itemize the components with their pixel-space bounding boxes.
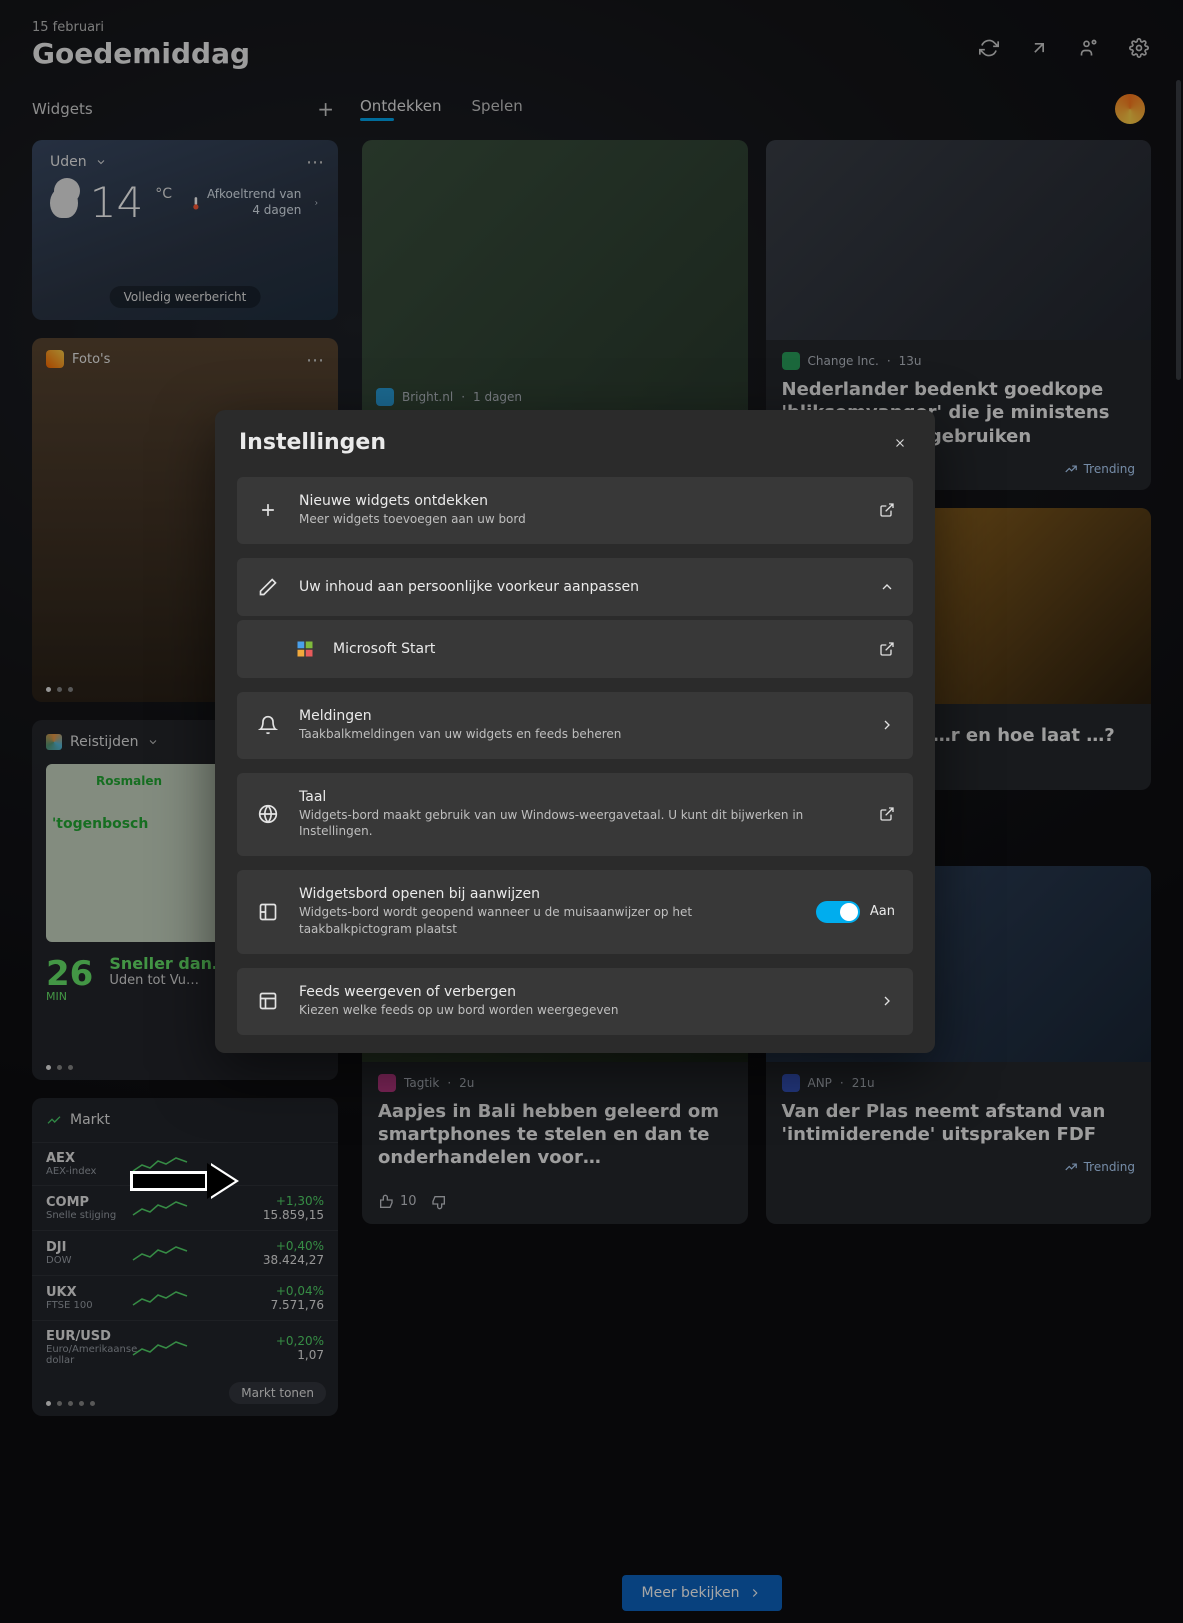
bell-icon xyxy=(255,712,281,738)
settings-item-discover-widgets[interactable]: Nieuwe widgets ontdekken Meer widgets to… xyxy=(237,477,913,544)
ms-start-icon xyxy=(295,636,315,662)
hover-toggle[interactable] xyxy=(816,901,860,923)
open-external-icon[interactable] xyxy=(879,502,895,518)
settings-item-feeds[interactable]: Feeds weergeven of verbergen Kiezen welk… xyxy=(237,968,913,1035)
settings-item-open-on-hover: Widgetsbord openen bij aanwijzen Widgets… xyxy=(237,870,913,954)
settings-modal: Instellingen Nieuwe widgets ontdekken Me… xyxy=(215,410,935,1053)
chevron-right-icon[interactable] xyxy=(879,993,895,1009)
annotation-arrow xyxy=(130,1163,235,1199)
open-external-icon[interactable] xyxy=(879,806,895,822)
toggle-state-label: Aan xyxy=(870,904,895,919)
item-desc: Widgets-bord maakt gebruik van uw Window… xyxy=(299,807,861,841)
item-desc: Taakbalkmeldingen van uw widgets en feed… xyxy=(299,726,861,743)
item-title: Nieuwe widgets ontdekken xyxy=(299,493,861,509)
item-title: Meldingen xyxy=(299,708,861,724)
item-title: Microsoft Start xyxy=(333,641,861,657)
settings-item-personalize[interactable]: Uw inhoud aan persoonlijke voorkeur aanp… xyxy=(237,558,913,616)
plus-icon xyxy=(255,497,281,523)
close-icon xyxy=(893,436,907,450)
open-external-icon[interactable] xyxy=(879,641,895,657)
pencil-icon xyxy=(255,574,281,600)
settings-item-notifications[interactable]: Meldingen Taakbalkmeldingen van uw widge… xyxy=(237,692,913,759)
item-desc: Widgets-bord wordt geopend wanneer u de … xyxy=(299,904,798,938)
settings-title: Instellingen xyxy=(239,430,386,455)
item-title: Uw inhoud aan persoonlijke voorkeur aanp… xyxy=(299,579,861,595)
board-icon xyxy=(255,899,281,925)
settings-item-microsoft-start[interactable]: Microsoft Start xyxy=(237,620,913,678)
chevron-up-icon[interactable] xyxy=(879,579,895,595)
item-desc: Meer widgets toevoegen aan uw bord xyxy=(299,511,861,528)
item-title: Widgetsbord openen bij aanwijzen xyxy=(299,886,798,902)
language-icon xyxy=(255,801,281,827)
feeds-icon xyxy=(255,988,281,1014)
chevron-right-icon[interactable] xyxy=(879,717,895,733)
close-button[interactable] xyxy=(889,432,911,454)
item-title: Taal xyxy=(299,789,861,805)
item-desc: Kiezen welke feeds op uw bord worden wee… xyxy=(299,1002,861,1019)
settings-item-language[interactable]: Taal Widgets-bord maakt gebruik van uw W… xyxy=(237,773,913,857)
item-title: Feeds weergeven of verbergen xyxy=(299,984,861,1000)
